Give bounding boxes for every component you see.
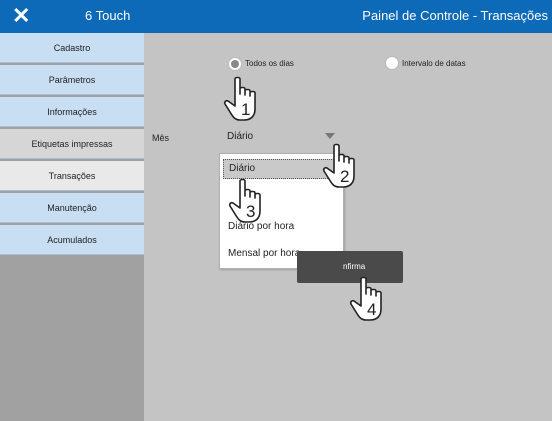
pointing-hand-icon: 2 [322,143,368,189]
sidebar-item-parametros[interactable]: Parâmetros [0,65,144,95]
step-marker-2: 2 [340,167,350,186]
title-bar: ✕ 6 Touch Painel de Controle - Transaçõe… [0,0,552,33]
sidebar-item-acumulados[interactable]: Acumulados [0,225,144,255]
sidebar-item-label: Transações [48,170,96,181]
sidebar-item-label: Cadastro [53,42,91,53]
radio-all-days[interactable] [228,57,242,71]
period-select[interactable]: Diário [227,131,253,142]
radio-all-days-label: Todos os dias [245,59,294,68]
dropdown-arrow-icon[interactable] [325,133,335,139]
option-mensal-por-hora[interactable]: Mensal por hora [228,248,300,259]
period-label: Mês [152,133,170,143]
sidebar: Cadastro Parâmetros Informações Etiqueta… [0,33,144,421]
close-icon[interactable]: ✕ [12,4,30,28]
main-panel [144,33,552,421]
pointing-hand-icon: 1 [223,76,269,122]
step-marker-1: 1 [241,100,251,119]
sidebar-item-label: Etiquetas impressas [31,138,113,149]
sidebar-item-label: Acumulados [47,234,97,245]
sidebar-item-label: Parâmetros [48,74,96,85]
sidebar-item-informacoes[interactable]: Informações [0,97,144,127]
step-marker-4: 4 [367,300,377,319]
sidebar-item-label: Manutenção [47,202,97,213]
sidebar-item-label: Informações [47,106,97,117]
app-title: 6 Touch [85,8,131,23]
page-title: Painel de Controle - Transações [362,8,548,23]
radio-date-range[interactable] [385,56,399,70]
sidebar-item-transacoes[interactable]: Transações [0,161,144,191]
radio-date-range-label: Intervalo de datas [402,59,466,68]
sidebar-item-cadastro[interactable]: Cadastro [0,33,144,63]
pointing-hand-icon: 3 [228,178,274,224]
confirm-button-label: nfirma [343,262,366,271]
sidebar-item-manutencao[interactable]: Manutenção [0,193,144,223]
pointing-hand-icon: 4 [349,276,395,322]
sidebar-item-etiquetas-impressas[interactable]: Etiquetas impressas [0,129,144,159]
step-marker-3: 3 [246,202,256,221]
